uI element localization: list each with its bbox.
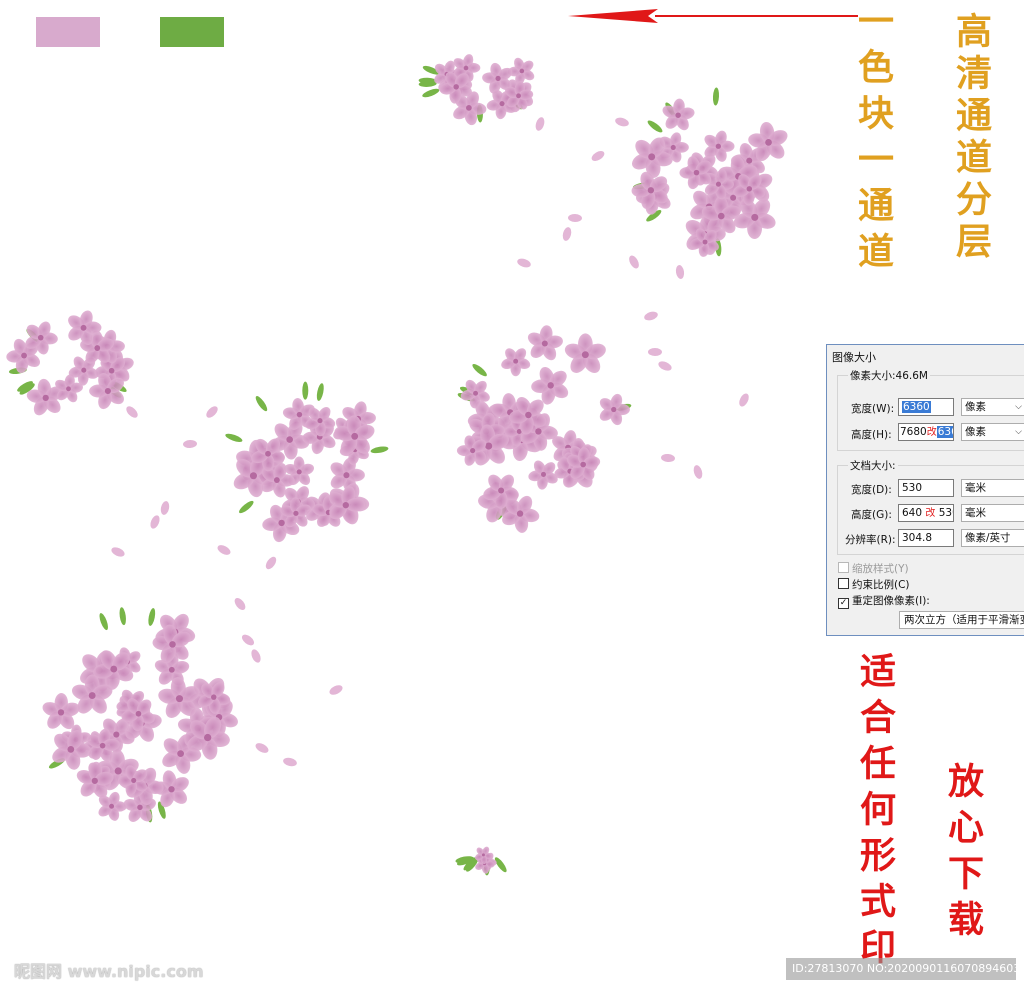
height-value: 6360 xyxy=(936,426,953,438)
falling-petal xyxy=(126,406,138,418)
document-size-legend: 文档大小: xyxy=(848,458,898,473)
falling-petal xyxy=(644,311,658,321)
red-vertical-text-left: 适合任何形式印 xyxy=(854,652,896,974)
resolution-label: 分辨率(R): xyxy=(845,534,896,546)
height-input[interactable]: 7680改6360 xyxy=(898,423,954,441)
height-unit-value: 像素 xyxy=(965,426,986,438)
doc-height-value: 530 xyxy=(938,507,953,519)
constrain-label: 约束比例(C) xyxy=(852,579,910,591)
width-unit-select[interactable]: 像素 ⌵ xyxy=(961,398,1024,416)
dialog-title: 图像大小 xyxy=(832,351,876,364)
edit-mark: 改 xyxy=(925,508,936,519)
gold-vertical-text-left: 一色块一通道 xyxy=(852,2,894,278)
doc-width-value: 530 xyxy=(902,482,923,494)
resolution-value: 304.8 xyxy=(902,532,933,544)
falling-petal xyxy=(517,258,531,268)
width-value: 6360 xyxy=(902,401,931,413)
checkmark-icon: ✓ xyxy=(838,598,849,609)
gold-vertical-text-right: 高清通道分层 xyxy=(950,12,992,264)
resample-label: 重定图像像素(I): xyxy=(852,595,930,607)
leaf xyxy=(99,613,108,631)
image-id-bar: ID:27813070 NO:20200901160708946039 xyxy=(786,958,1016,980)
height-label: 高度(H): xyxy=(851,429,892,441)
checkbox-icon xyxy=(838,578,849,589)
chevron-down-icon: ⌵ xyxy=(1015,427,1022,437)
edit-mark: 改 xyxy=(926,427,937,438)
blossom xyxy=(527,325,563,361)
scale-styles-label: 缩放样式(Y) xyxy=(852,563,909,575)
leaf xyxy=(255,396,268,412)
doc-width-input[interactable]: 530 xyxy=(898,479,954,497)
height-unit-select[interactable]: 像素 ⌵ xyxy=(961,423,1024,441)
doc-height-label: 高度(G): xyxy=(851,509,892,521)
falling-petal xyxy=(160,501,170,515)
leaf xyxy=(370,446,389,454)
doc-width-label: 宽度(D): xyxy=(851,484,892,496)
falling-petal xyxy=(535,117,545,131)
leaf xyxy=(316,383,324,401)
falling-petal xyxy=(255,743,269,753)
checkbox-icon xyxy=(838,562,849,573)
doc-height-previous-value: 640 xyxy=(902,507,923,519)
falling-petal xyxy=(329,685,343,695)
leaf xyxy=(148,608,156,626)
leaf xyxy=(712,87,720,106)
falling-petal xyxy=(150,515,160,529)
image-size-dialog: 图像大小 像素大小:46.6M 宽度(W): 6360 像素 ⌵ 高度(H): 7… xyxy=(826,344,1024,636)
doc-height-unit-value: 毫米 xyxy=(965,507,986,519)
leaf xyxy=(239,500,254,514)
falling-petal xyxy=(265,556,277,570)
watermark-logo: 昵图网 www.nipic.com xyxy=(14,962,204,981)
leaf xyxy=(422,88,440,98)
blossom xyxy=(501,348,531,377)
resample-method-select[interactable]: 两次立方（适用于平滑渐变 xyxy=(899,611,1024,629)
falling-petal xyxy=(217,545,231,555)
resolution-unit-value: 像素/英寸 xyxy=(965,532,1011,544)
leaf xyxy=(647,120,663,133)
pixel-dimensions-legend: 像素大小:46.6M xyxy=(848,368,930,383)
leaf xyxy=(472,363,487,377)
falling-petal xyxy=(562,227,572,241)
width-label: 宽度(W): xyxy=(851,403,895,415)
doc-height-input[interactable]: 640 改 530 xyxy=(898,504,954,522)
falling-petal xyxy=(251,649,261,663)
blossom xyxy=(564,333,606,373)
falling-petal xyxy=(234,597,246,611)
falling-petal xyxy=(658,361,672,371)
leaf xyxy=(225,433,243,442)
falling-petal xyxy=(675,265,685,279)
resolution-input[interactable]: 304.8 xyxy=(898,529,954,547)
constrain-proportions-checkbox[interactable]: 约束比例(C) xyxy=(838,577,910,592)
falling-petal xyxy=(591,151,605,161)
red-arrow-icon xyxy=(568,9,858,23)
width-unit-value: 像素 xyxy=(965,401,986,413)
leaf xyxy=(119,607,126,626)
doc-height-unit-select[interactable]: 毫米 xyxy=(961,504,1024,522)
doc-width-unit-value: 毫米 xyxy=(965,482,986,494)
resample-method-value: 两次立方（适用于平滑渐变 xyxy=(904,614,1024,626)
falling-petal xyxy=(241,634,255,646)
red-vertical-text-right: 放心下载 xyxy=(942,762,984,946)
height-previous-value: 7680 xyxy=(900,426,927,438)
resolution-unit-select[interactable]: 像素/英寸 xyxy=(961,529,1024,547)
falling-petal xyxy=(568,213,582,223)
width-input[interactable]: 6360 xyxy=(898,398,954,416)
doc-width-unit-select[interactable]: 毫米 xyxy=(961,479,1024,497)
falling-petal xyxy=(693,465,703,479)
blossom xyxy=(599,393,630,426)
resample-checkbox[interactable]: ✓ 重定图像像素(I): xyxy=(838,593,930,609)
falling-petal xyxy=(206,406,218,418)
scale-styles-checkbox[interactable]: 缩放样式(Y) xyxy=(838,561,909,576)
falling-petal xyxy=(111,547,125,557)
falling-petal xyxy=(661,453,675,463)
falling-petal xyxy=(615,117,629,127)
falling-petal xyxy=(739,393,749,407)
falling-petal xyxy=(283,757,297,767)
falling-petal xyxy=(183,439,197,449)
chevron-down-icon: ⌵ xyxy=(1015,402,1022,412)
falling-petal xyxy=(629,255,639,269)
falling-petal xyxy=(648,347,662,357)
leaf xyxy=(302,381,309,400)
